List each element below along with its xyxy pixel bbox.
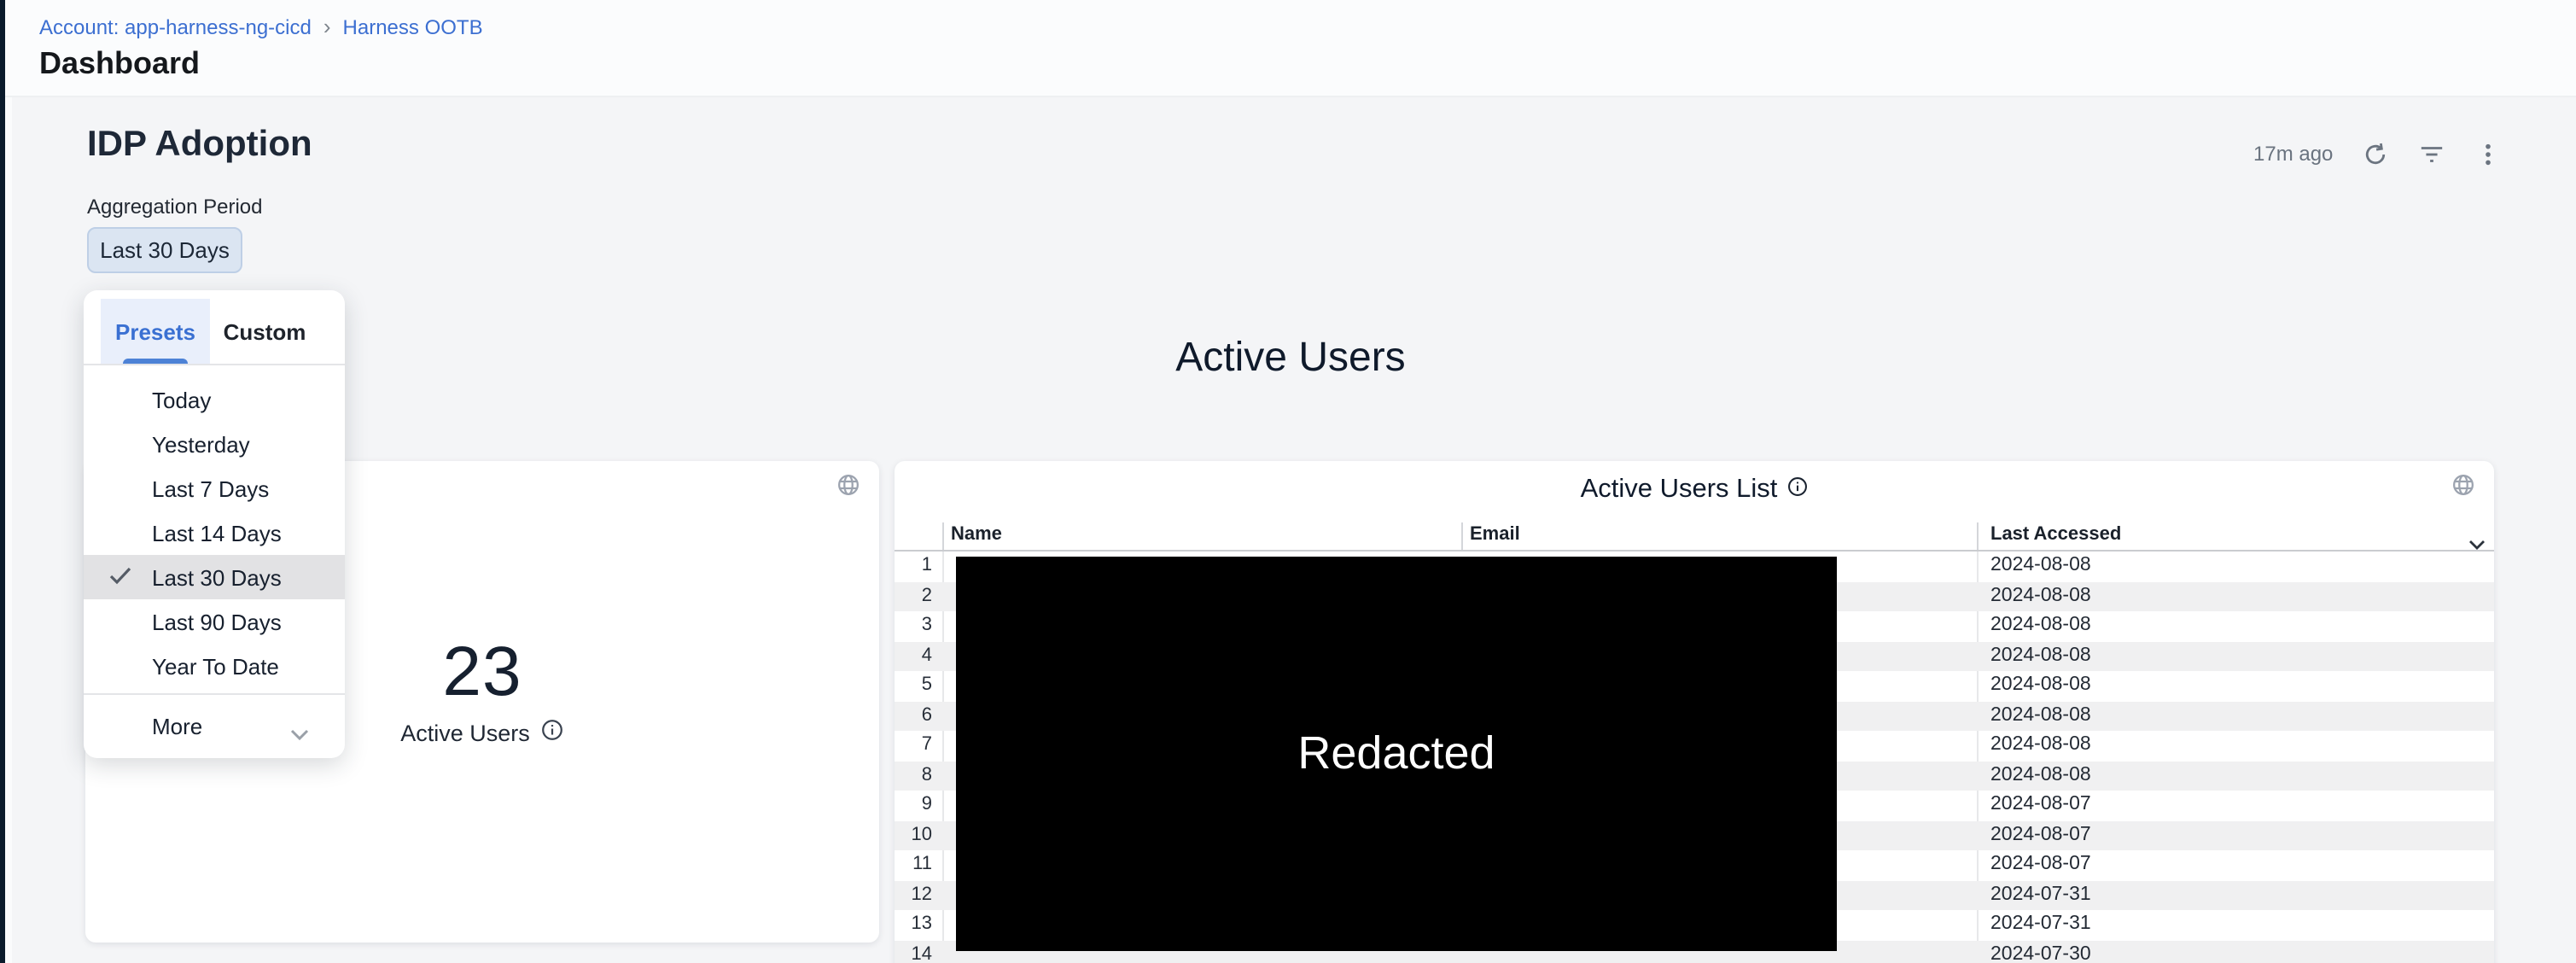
period-popup-tabs: Presets Custom [84,290,345,365]
tab-presets[interactable]: Presets [101,299,210,364]
breadcrumb-account-link[interactable]: Account: app-harness-ng-cicd [39,15,312,39]
top-header: Account: app-harness-ng-cicd › Harness O… [5,0,2576,97]
dashboard-page: Account: app-harness-ng-cicd › Harness O… [0,0,2576,963]
section-title-active-users: Active Users [87,335,2494,382]
breadcrumb: Account: app-harness-ng-cicd › Harness O… [39,15,483,39]
column-header-email: Email [1470,524,1520,545]
preset-item-yesterday[interactable]: Yesterday [84,422,345,466]
info-icon[interactable] [1787,475,1808,505]
checkmark-icon [109,565,131,591]
panel-controls: 17m ago [2253,140,2502,167]
info-icon[interactable] [542,719,564,746]
column-separator [942,522,944,550]
refresh-icon[interactable] [2362,140,2389,167]
column-separator [1977,522,1979,550]
redacted-overlay: Redacted [956,557,1837,951]
globe-icon [836,473,860,505]
preset-more-button[interactable]: More [84,693,345,758]
content-left-edge [5,96,12,963]
preset-item-last-7-days[interactable]: Last 7 Days [84,466,345,511]
filter-icon[interactable] [2418,140,2445,167]
period-popup: Presets Custom Today Yesterday Last 7 Da… [84,290,345,758]
preset-item-year-to-date[interactable]: Year To Date [84,644,345,688]
aggregation-period-label: Aggregation Period [87,195,263,219]
active-users-list-card: Active Users List Name Email Last Access… [895,461,2494,963]
breadcrumb-current-link[interactable]: Harness OOTB [343,15,483,39]
aggregation-period-button[interactable]: Last 30 Days [87,227,242,273]
chevron-down-icon [290,721,309,746]
active-users-list-title: Active Users List [895,475,2494,505]
preset-list: Today Yesterday Last 7 Days Last 14 Days… [84,377,345,688]
page-title: Dashboard [39,46,200,82]
column-separator [1461,522,1463,550]
preset-item-today[interactable]: Today [84,377,345,422]
preset-item-last-90-days[interactable]: Last 90 Days [84,599,345,644]
preset-item-last-30-days[interactable]: Last 30 Days [84,555,345,599]
preset-item-last-14-days[interactable]: Last 14 Days [84,511,345,555]
breadcrumb-separator: › [323,17,331,38]
kebab-menu-icon[interactable] [2474,140,2502,167]
table-header: Name Email Last Accessed [895,522,2494,552]
column-header-last-accessed: Last Accessed [1990,524,2121,545]
column-header-name: Name [951,524,1002,545]
last-updated-label: 17m ago [2253,142,2333,166]
tab-custom[interactable]: Custom [210,299,319,364]
dashboard-title: IDP Adoption [87,125,312,166]
nav-rail [0,0,5,963]
active-tab-indicator [123,358,188,364]
